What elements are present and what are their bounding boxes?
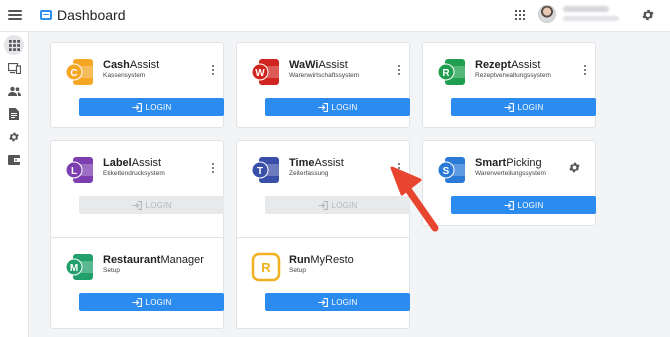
app-card-cashassist: C CashAssist Kassensystem LOGIN [50, 42, 224, 128]
labelassist-logo-icon: L [65, 157, 93, 183]
apps-grid-icon[interactable] [515, 10, 525, 20]
gear-icon[interactable] [641, 8, 655, 22]
user-name-blurred[interactable] [563, 6, 609, 12]
svg-text:L: L [71, 166, 77, 177]
svg-text:T: T [257, 166, 263, 177]
app-name: WaWiAssist [289, 59, 348, 71]
app-subtitle: Rezeptverwaltungssystem [475, 72, 551, 79]
login-icon [504, 200, 514, 210]
svg-text:W: W [255, 68, 265, 79]
login-button[interactable]: LOGIN [79, 98, 224, 116]
app-name: RunMyResto [289, 254, 354, 266]
timeassist-logo-icon: T [251, 157, 279, 183]
app-card-restaurantmanager: M RestaurantManager Setup LOGIN [50, 237, 224, 329]
cashassist-logo-icon: C [65, 59, 93, 85]
gear-icon[interactable] [568, 161, 581, 174]
login-icon [318, 102, 328, 112]
more-vert-icon[interactable] [395, 64, 403, 76]
app-subtitle: Setup [289, 267, 306, 274]
svg-text:M: M [70, 263, 78, 274]
app-subtitle: Zeiterfassung [289, 170, 329, 177]
app-card-wawiassist: W WaWiAssist Warenwirtschaftssystem LOGI… [236, 42, 410, 128]
monitor-icon [7, 62, 21, 74]
top-bar: Dashboard [0, 0, 670, 32]
more-vert-icon[interactable] [209, 162, 217, 174]
more-vert-icon[interactable] [581, 64, 589, 76]
wallet-icon [8, 155, 20, 165]
dashboard-icon [40, 10, 52, 20]
app-grid: C CashAssist Kassensystem LOGIN W WaWiAs… [37, 32, 670, 337]
login-icon [318, 200, 328, 210]
app-name: RestaurantManager [103, 254, 204, 266]
people-icon [7, 86, 21, 96]
app-card-rezeptassist: R RezeptAssist Rezeptverwaltungssystem L… [422, 42, 596, 128]
restaurantmanager-logo-icon: M [65, 254, 93, 280]
login-button[interactable]: LOGIN [265, 98, 410, 116]
sidebar-item-documents[interactable] [4, 104, 24, 124]
annotation-arrow-icon [390, 166, 439, 232]
app-subtitle: Setup [103, 267, 120, 274]
svg-text:R: R [442, 68, 450, 79]
login-icon [132, 102, 142, 112]
sidebar-item-users[interactable] [4, 81, 24, 101]
app-subtitle: Warenwirtschaftssystem [289, 72, 360, 79]
login-icon [318, 297, 328, 307]
page-header: Dashboard [40, 7, 126, 23]
login-button[interactable]: LOGIN [451, 196, 596, 214]
app-card-smartpicking: S SmartPicking Warenverteilungssystem LO… [422, 140, 596, 226]
login-icon [504, 102, 514, 112]
app-name: LabelAssist [103, 157, 162, 169]
gear-icon [9, 132, 19, 142]
sidebar-item-billing[interactable] [4, 150, 24, 170]
wawiassist-logo-icon: W [251, 59, 279, 85]
app-subtitle: Kassensystem [103, 72, 146, 79]
app-subtitle: Etikettendrucksystem [103, 170, 165, 177]
sidebar-item-apps[interactable] [4, 35, 24, 55]
document-icon [9, 108, 19, 120]
app-name: SmartPicking [475, 157, 542, 169]
svg-text:C: C [70, 68, 77, 79]
user-email-blurred [563, 16, 619, 21]
login-button[interactable]: LOGIN [265, 293, 410, 311]
rezeptassist-logo-icon: R [437, 59, 465, 85]
svg-text:R: R [261, 260, 271, 275]
sidebar-item-settings[interactable] [4, 127, 24, 147]
hamburger-menu-icon[interactable] [8, 8, 22, 22]
sidebar [0, 32, 29, 337]
login-icon [132, 297, 142, 307]
login-icon [132, 200, 142, 210]
more-vert-icon[interactable] [209, 64, 217, 76]
app-name: CashAssist [103, 59, 160, 71]
login-button[interactable]: LOGIN [79, 293, 224, 311]
page-title: Dashboard [57, 7, 126, 23]
apps-grid-icon [8, 39, 20, 51]
sidebar-item-devices[interactable] [4, 58, 24, 78]
runmyresto-logo-icon: R [251, 252, 281, 282]
app-card-runmyresto: R RunMyResto Setup LOGIN [236, 237, 410, 329]
login-button-disabled[interactable]: LOGIN [79, 196, 224, 214]
login-button[interactable]: LOGIN [451, 98, 596, 116]
user-avatar[interactable] [538, 5, 556, 23]
app-name: RezeptAssist [475, 59, 541, 71]
app-subtitle: Warenverteilungssystem [475, 170, 546, 177]
app-name: TimeAssist [289, 157, 344, 169]
